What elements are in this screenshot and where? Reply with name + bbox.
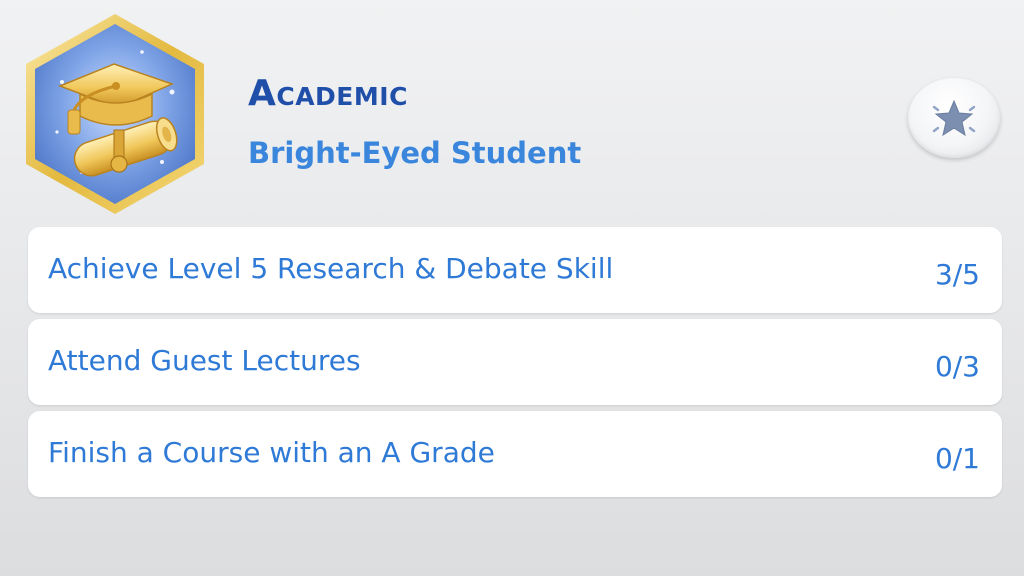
favorite-aspiration-button[interactable] — [908, 78, 1000, 158]
goal-progress: 0/1 — [934, 441, 980, 475]
aspiration-category-title: Academic — [248, 73, 408, 114]
goal-label: Attend Guest Lectures — [48, 343, 361, 377]
aspiration-emblem — [22, 12, 208, 216]
goal-row[interactable]: Attend Guest Lectures 0/3 — [28, 319, 1002, 405]
star-icon — [932, 99, 976, 137]
aspiration-milestone-name: Bright-Eyed Student — [248, 136, 582, 170]
goal-progress: 3/5 — [934, 257, 980, 291]
goal-row[interactable]: Achieve Level 5 Research & Debate Skill … — [28, 227, 1002, 313]
goal-row[interactable]: Finish a Course with an A Grade 0/1 — [28, 411, 1002, 497]
goal-list: Achieve Level 5 Research & Debate Skill … — [28, 227, 1002, 503]
goal-label: Finish a Course with an A Grade — [48, 435, 495, 469]
goal-label: Achieve Level 5 Research & Debate Skill — [48, 251, 614, 285]
goal-progress: 0/3 — [934, 349, 980, 383]
graduation-cap-diploma-icon — [26, 14, 204, 214]
